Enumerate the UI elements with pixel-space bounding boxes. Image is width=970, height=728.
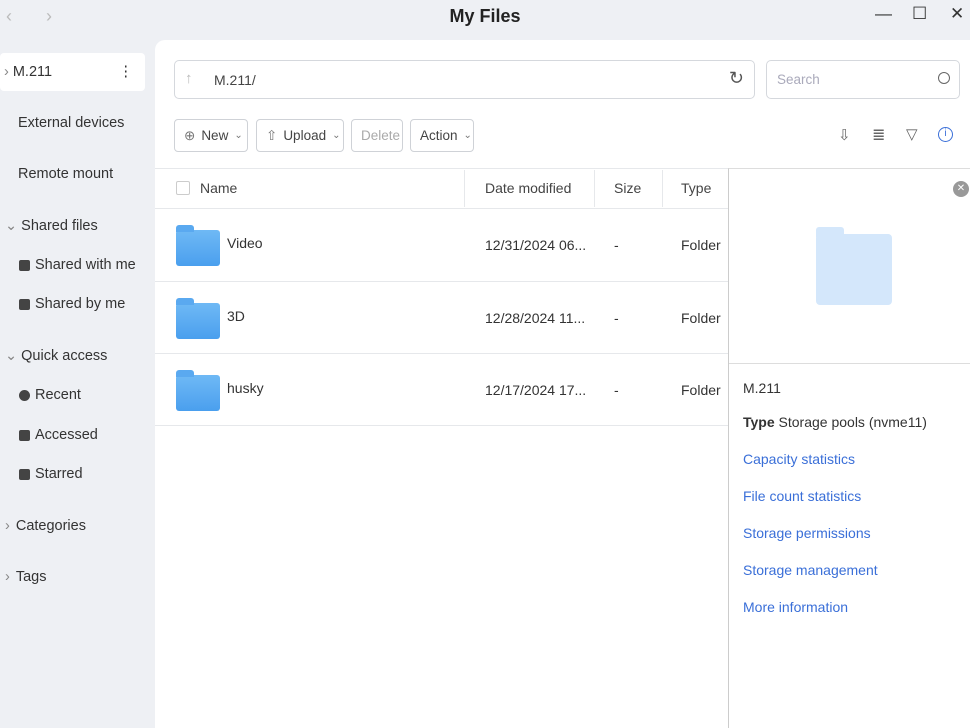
file-name: Video [227, 235, 263, 251]
chevron-down-icon: ⌄ [5, 218, 18, 234]
table-row[interactable]: 3D 12/28/2024 11... - Folder [155, 281, 728, 354]
search-placeholder: Search [777, 72, 820, 87]
refresh-icon[interactable]: ↻ [729, 68, 744, 89]
chevron-right-icon: › [5, 518, 10, 534]
up-arrow-icon[interactable]: ↑ [185, 70, 193, 87]
new-label: New [201, 128, 229, 143]
sidebar-item-shared-by-me[interactable]: Shared by me [0, 285, 145, 323]
path-value: M.211/ [214, 72, 256, 88]
new-folder-icon: ⊕ [184, 127, 196, 143]
sidebar-item-quick-access[interactable]: ⌄ Quick access [0, 337, 145, 375]
file-name: 3D [227, 308, 245, 324]
file-size: - [614, 382, 619, 398]
sort-icon[interactable]: ⇩ [838, 126, 851, 144]
folder-icon [176, 370, 220, 411]
new-button[interactable]: ⊕ New ⌄ [174, 119, 248, 152]
details-name: M.211 [743, 380, 781, 396]
sidebar-item-external-devices[interactable]: External devices [0, 104, 145, 142]
file-type: Folder [681, 237, 721, 253]
folder-icon [176, 298, 220, 339]
window-title: My Files [449, 6, 521, 26]
chevron-right-icon: › [4, 64, 9, 80]
chevron-down-icon: ⌄ [332, 130, 341, 141]
sidebar-item-shared-with-me[interactable]: Shared with me [0, 246, 145, 284]
column-header-type[interactable]: Type [681, 168, 711, 208]
chevron-down-icon: ⌄ [234, 130, 243, 141]
table-row[interactable]: husky 12/17/2024 17... - Folder [155, 353, 728, 426]
upload-button[interactable]: ⇧ Upload ⌄ [256, 119, 344, 152]
sidebar-item-label: Shared with me [35, 257, 136, 273]
sidebar-item-accessed[interactable]: Accessed [0, 416, 145, 454]
folder-star-icon [19, 468, 30, 480]
chevron-down-icon: ⌄ [463, 130, 472, 141]
chevron-right-icon: › [5, 569, 10, 585]
type-label: Type [743, 414, 775, 430]
file-type: Folder [681, 310, 721, 326]
sidebar-item-label: Shared files [21, 218, 98, 234]
file-date: 12/31/2024 06... [485, 237, 587, 253]
maximize-button[interactable]: ☐ [912, 4, 927, 24]
sidebar-item-recent[interactable]: Recent [0, 376, 145, 414]
folder-icon [176, 225, 220, 266]
sidebar-item-label: Recent [35, 387, 81, 403]
sidebar-item-remote-mount[interactable]: Remote mount [0, 155, 145, 193]
type-value: Storage pools (nvme11) [778, 414, 927, 430]
search-icon[interactable] [938, 72, 950, 84]
share-icon [19, 298, 30, 310]
folder-eye-icon [19, 429, 30, 441]
sidebar-item-root[interactable]: › M.211 ⋮ [0, 53, 145, 91]
upload-icon: ⇧ [266, 127, 278, 143]
sidebar-item-label: M.211 [12, 64, 53, 80]
more-icon[interactable]: ⋮ [119, 64, 134, 80]
file-date: 12/28/2024 11... [485, 310, 586, 326]
filter-icon[interactable]: ▽ [906, 125, 918, 143]
file-name: husky [227, 380, 264, 396]
table-row[interactable]: Video 12/31/2024 06... - Folder [155, 208, 728, 281]
column-header-date[interactable]: Date modified [485, 168, 571, 208]
select-all-checkbox[interactable] [176, 168, 190, 208]
more-information-link[interactable]: More information [743, 599, 848, 615]
minimize-button[interactable]: — [875, 4, 892, 24]
capacity-statistics-link[interactable]: Capacity statistics [743, 451, 855, 467]
sidebar-item-starred[interactable]: Starred [0, 455, 145, 493]
close-button[interactable]: ✕ [950, 4, 964, 24]
sidebar-item-label: Accessed [35, 427, 98, 443]
info-icon[interactable]: i [938, 127, 953, 142]
folder-preview-icon [816, 234, 892, 305]
delete-button[interactable]: Delete [351, 119, 403, 152]
action-button[interactable]: Action ⌄ [410, 119, 474, 152]
sidebar-item-label: Categories [15, 518, 86, 534]
sidebar-item-label: Tags [15, 569, 47, 585]
clock-icon [19, 389, 30, 401]
upload-label: Upload [283, 128, 327, 143]
file-type: Folder [681, 382, 721, 398]
share-icon [19, 259, 30, 271]
file-size: - [614, 237, 619, 253]
path-bar[interactable]: ↑ M.211/ ↻ [174, 60, 755, 99]
column-header-name[interactable]: Name [200, 168, 237, 208]
file-date: 12/17/2024 17... [485, 382, 587, 398]
storage-management-link[interactable]: Storage management [743, 562, 878, 578]
column-header-size[interactable]: Size [614, 168, 641, 208]
search-input[interactable]: Search [766, 60, 960, 99]
file-count-statistics-link[interactable]: File count statistics [743, 488, 861, 504]
list-view-icon[interactable]: ≣ [872, 125, 885, 145]
chevron-down-icon: ⌄ [5, 348, 18, 364]
sidebar-item-tags[interactable]: › Tags [0, 558, 145, 596]
sidebar-item-shared-files[interactable]: ⌄ Shared files [0, 207, 145, 245]
file-size: - [614, 310, 619, 326]
sidebar-item-label: Shared by me [35, 296, 126, 312]
sidebar-item-label: Starred [35, 466, 83, 482]
sidebar-item-label: Quick access [21, 348, 108, 364]
storage-permissions-link[interactable]: Storage permissions [743, 525, 871, 541]
close-details-icon[interactable]: ✕ [953, 181, 969, 197]
action-label: Action [420, 128, 458, 143]
details-type: Type Storage pools (nvme11) [743, 414, 927, 430]
sidebar-item-categories[interactable]: › Categories [0, 507, 145, 545]
